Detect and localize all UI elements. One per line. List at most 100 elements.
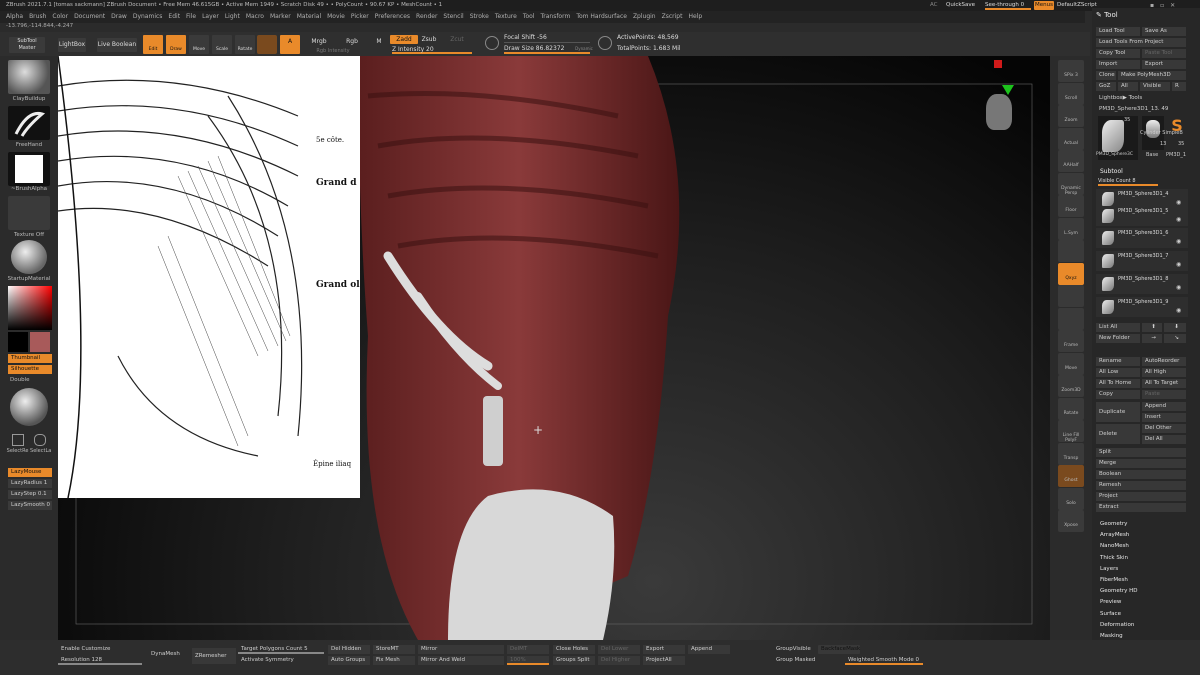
menu-draw[interactable]: Draw (111, 13, 127, 20)
section-preview[interactable]: Preview (1100, 599, 1121, 605)
menu-macro[interactable]: Macro (246, 13, 264, 20)
rename-button[interactable]: Rename (1096, 357, 1140, 366)
storemt-button[interactable]: StoreMT (373, 645, 415, 654)
make-polymesh-button[interactable]: Make PolyMesh3D (1118, 71, 1186, 80)
eye-visibility-icon[interactable]: ◉ (1176, 216, 1181, 223)
export-button[interactable]: Export (1142, 60, 1186, 69)
menu-stroke[interactable]: Stroke (470, 13, 489, 20)
menu-dynamics[interactable]: Dynamics (133, 13, 163, 20)
lightbox-button[interactable]: LightBox (58, 38, 86, 52)
load-tool-button[interactable]: Load Tool (1096, 27, 1140, 36)
activate-symmetry-button[interactable]: Activate Symmetry (238, 656, 324, 665)
weighted-smooth-slider[interactable]: Weighted Smooth Mode 0 (845, 656, 923, 665)
texture-thumbnail[interactable] (8, 196, 50, 230)
eye-visibility-icon[interactable]: ◉ (1176, 284, 1181, 291)
simple-brush-icon[interactable]: S (1168, 116, 1186, 136)
enable-customize-button[interactable]: Enable Customize (58, 645, 130, 654)
project-section[interactable]: Project (1096, 492, 1186, 501)
rotate-button[interactable]: Rotate (235, 35, 255, 54)
right-shelf-icon-5[interactable]: Dynamic Persp (1058, 172, 1084, 196)
all-high-button[interactable]: All High (1142, 368, 1186, 377)
goz-all-button[interactable]: All (1118, 82, 1138, 91)
goz-visible-button[interactable]: Visible (1140, 82, 1170, 91)
menu-texture[interactable]: Texture (495, 13, 517, 20)
rgb-intensity-slider[interactable]: Rgb Intensity (303, 47, 363, 55)
right-shelf-icon-0[interactable]: SPix 3 (1058, 60, 1084, 82)
menu-stencil[interactable]: Stencil (443, 13, 463, 20)
section-thick-skin[interactable]: Thick Skin (1100, 555, 1128, 561)
copy-subtool-button[interactable]: Copy (1096, 390, 1140, 399)
right-shelf-icon-18[interactable]: Ghost (1058, 465, 1084, 487)
subtool-row[interactable]: PM3D_Sphere3D1_8 ◉ (1096, 274, 1188, 294)
m-button[interactable]: M (372, 35, 386, 49)
menu-layer[interactable]: Layer (202, 13, 219, 20)
del-hidden-button[interactable]: Del Hidden (328, 645, 370, 654)
append-button[interactable]: Append (1142, 402, 1186, 411)
del-all-button[interactable]: Del All (1142, 435, 1186, 444)
del-lower-button[interactable]: Del Lower (598, 645, 640, 654)
menu-light[interactable]: Light (225, 13, 240, 20)
menu-marker[interactable]: Marker (270, 13, 291, 20)
menu-material[interactable]: Material (297, 13, 321, 20)
navigation-head-icon[interactable] (986, 94, 1012, 130)
select-lasso-icon[interactable] (34, 434, 46, 446)
zsub-button[interactable]: Zsub (420, 35, 438, 44)
visible-count-slider[interactable]: Visible Count 8 (1098, 178, 1158, 186)
boolean-section[interactable]: Boolean (1096, 470, 1186, 479)
section-masking[interactable]: Masking (1100, 633, 1123, 639)
goz-r-button[interactable]: R (1172, 82, 1186, 91)
menu-movie[interactable]: Movie (327, 13, 345, 20)
see-through-slider[interactable]: See-through 0 (985, 1, 1031, 10)
clone-button[interactable]: Clone (1096, 71, 1116, 80)
menu-help[interactable]: Help (688, 13, 702, 20)
section-fibermesh[interactable]: FiberMesh (1100, 577, 1128, 583)
select-rect-icon[interactable] (12, 434, 24, 446)
right-shelf-icon-6[interactable]: Floor (1058, 195, 1084, 217)
menu-zscript[interactable]: Zscript (662, 13, 683, 20)
move-up-arrow-icon[interactable]: ⬆ (1142, 323, 1162, 332)
mirror-button[interactable]: Mirror (418, 645, 504, 654)
load-tools-from-project-button[interactable]: Load Tools From Project (1096, 38, 1186, 47)
new-folder-button[interactable]: New Folder (1096, 334, 1140, 343)
section-arraymesh[interactable]: ArrayMesh (1100, 532, 1129, 538)
projectall-button[interactable]: ProjectAll (643, 656, 685, 665)
lazystep-slider[interactable]: LazyStep 0.1 (8, 490, 52, 499)
insert-button[interactable]: Insert (1142, 413, 1186, 422)
menu-document[interactable]: Document (74, 13, 105, 20)
lazysmooth-slider[interactable]: LazySmooth 0 (8, 501, 52, 510)
menu-tool[interactable]: Tool (523, 13, 535, 20)
dynamic-toggle[interactable]: Dynamic (574, 44, 594, 54)
groupvisible-button[interactable]: GroupVisible (773, 645, 815, 654)
menu-transform[interactable]: Transform (540, 13, 570, 20)
import-button[interactable]: Import (1096, 60, 1140, 69)
split-section[interactable]: Split (1096, 448, 1186, 457)
menu-tom-hardsurface[interactable]: Tom Hardsurface (576, 13, 627, 20)
merge-section[interactable]: Merge (1096, 459, 1186, 468)
lazymouse-button[interactable]: LazyMouse (8, 468, 52, 477)
menu-render[interactable]: Render (416, 13, 437, 20)
list-all-button[interactable]: List All (1096, 323, 1140, 332)
color-picker[interactable] (8, 286, 52, 330)
subtool-row[interactable]: PM3D_Sphere3D1_5 ◉ (1096, 206, 1188, 226)
eye-visibility-icon[interactable]: ◉ (1176, 238, 1181, 245)
copy-tool-button[interactable]: Copy Tool (1096, 49, 1140, 58)
right-shelf-icon-13[interactable]: Move (1058, 352, 1084, 375)
live-boolean-button[interactable]: Live Boolean (97, 38, 137, 52)
all-to-home-button[interactable]: All To Home (1096, 379, 1140, 388)
auto-groups-button[interactable]: Auto Groups (328, 656, 370, 665)
menus-button[interactable]: Menus (1034, 1, 1054, 10)
menu-brush[interactable]: Brush (29, 13, 46, 20)
subtool-master-button[interactable]: SubTool Master (9, 37, 45, 53)
right-shelf-icon-16[interactable]: Line Fill PolyF (1058, 420, 1084, 443)
right-shelf-icon-20[interactable]: Xpose (1058, 510, 1084, 532)
subtool-up-icon[interactable]: → (1142, 334, 1162, 343)
brush-thumbnail[interactable] (8, 60, 50, 94)
paste-tool-button[interactable]: Paste Tool (1142, 49, 1186, 58)
menu-file[interactable]: File (186, 13, 196, 20)
right-shelf-icon-9[interactable]: Qxyz (1058, 262, 1084, 285)
move-down-arrow-icon[interactable]: ⬇ (1164, 323, 1186, 332)
right-shelf-icon-3[interactable]: Actual (1058, 127, 1084, 150)
secondary-color-swatch[interactable] (30, 332, 50, 352)
right-shelf-icon-10[interactable] (1058, 285, 1084, 307)
groups-split-button[interactable]: Groups Split (553, 656, 595, 665)
